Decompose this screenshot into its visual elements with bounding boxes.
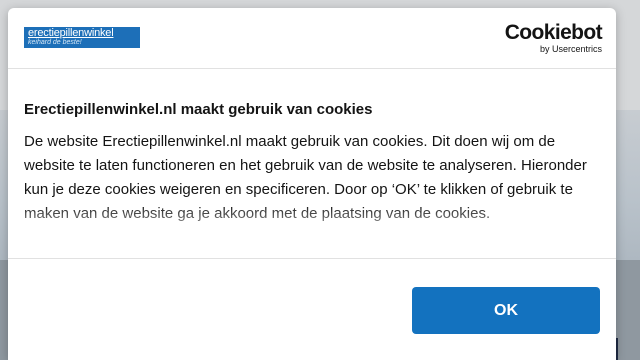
text-fade-overlay (8, 204, 616, 254)
site-logo-name: erectiepillenwinkel (28, 27, 114, 39)
cookiebot-logo[interactable]: Cookiebot by Usercentrics (492, 21, 603, 55)
ok-button[interactable]: OK (412, 287, 600, 334)
cookiebot-subtitle: by Usercentrics (539, 44, 602, 54)
dialog-title: Erectiepillenwinkel.nl maakt gebruik van… (24, 101, 373, 118)
site-logo-tagline: keihard de beste! (28, 39, 82, 46)
site-logo: erectiepillenwinkel keihard de beste! (24, 27, 140, 48)
dialog-header: erectiepillenwinkel keihard de beste! Co… (8, 8, 616, 69)
cookie-consent-dialog: erectiepillenwinkel keihard de beste! Co… (8, 8, 616, 360)
dialog-footer: OK (8, 258, 616, 360)
cookiebot-brand: Cookiebot (504, 21, 603, 44)
